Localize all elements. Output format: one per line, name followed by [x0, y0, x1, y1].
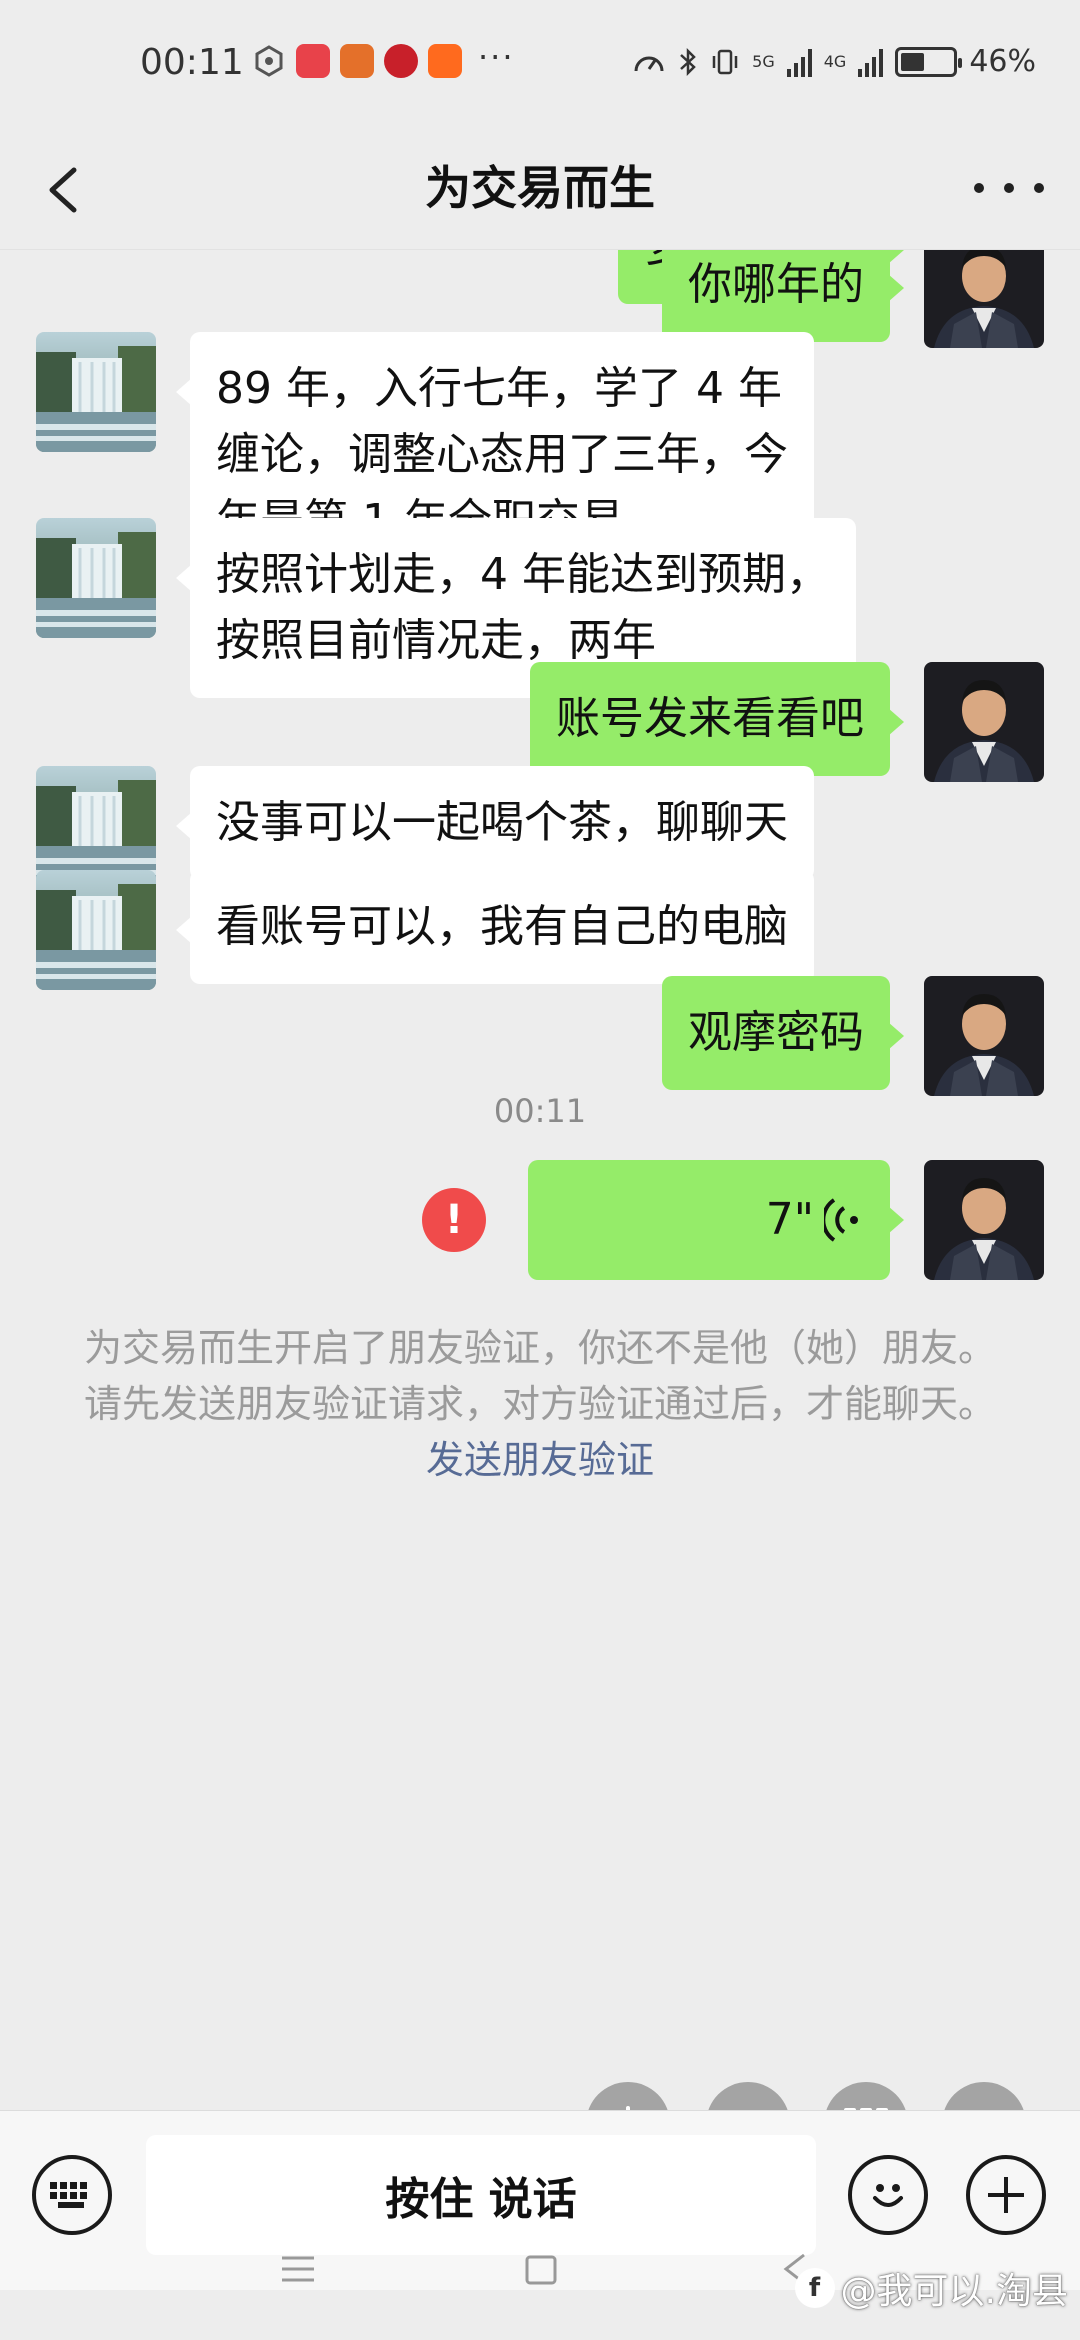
message-bubble[interactable]: 看账号可以，我有自己的电脑	[176, 870, 814, 984]
watermark-logo: f	[794, 2268, 835, 2308]
my-avatar[interactable]	[924, 250, 1044, 348]
voice-wave-icon	[824, 1198, 858, 1242]
battery-icon	[895, 46, 963, 77]
plus-button[interactable]	[966, 2155, 1046, 2235]
message-line: 按照计划走，4 年能达到预期，	[216, 549, 830, 600]
message-timestamp: 00:11	[493, 1092, 587, 1130]
signal-4g-label: 4G	[823, 51, 847, 71]
hexagon-app-icon	[255, 45, 283, 77]
hold-to-talk-button[interactable]: 按住 说话	[146, 2135, 816, 2255]
signal-5g-label: 5G	[752, 51, 775, 71]
message-bubble[interactable]: 没事可以一起喝个茶，聊聊天	[176, 766, 814, 880]
friend-verification-notice: 为交易而生开启了朋友验证，你还不是他（她）朋友。请先发送朋友验证请求，对方验证通…	[80, 1320, 1000, 1488]
keyboard-toggle-button[interactable]	[32, 2155, 112, 2235]
signal-2-icon	[858, 47, 884, 77]
battery-level	[901, 52, 925, 71]
my-avatar[interactable]	[924, 976, 1044, 1096]
contact-avatar[interactable]	[36, 518, 156, 638]
voice-message-bubble[interactable]: 7"	[528, 1160, 904, 1280]
message-bubble[interactable]: 观摩密码	[662, 976, 904, 1090]
red-app-icon	[296, 44, 330, 78]
message-line: 缠论，调整心态用了三年，今	[216, 429, 788, 480]
emoji-button[interactable]	[848, 2155, 928, 2235]
owl-app-icon	[340, 44, 374, 78]
send-failed-icon[interactable]: !	[422, 1188, 486, 1252]
more-dot	[1034, 183, 1044, 193]
fox-app-icon	[428, 44, 462, 78]
my-avatar[interactable]	[924, 662, 1044, 782]
status-time: 00:11	[140, 42, 244, 83]
watermark-text: @我可以.淘县	[840, 2271, 1068, 2312]
contact-avatar[interactable]	[36, 870, 156, 990]
chat-header: 为交易而生	[0, 130, 1080, 250]
system-status: 5G 4G 46%	[632, 44, 1036, 79]
more-notifications-indicator: ···	[478, 38, 515, 76]
battery-percent: 46%	[969, 44, 1036, 79]
watermark: f @我可以.淘县	[794, 2262, 1068, 2314]
notification-icons	[252, 44, 462, 78]
emoji-icon	[873, 2184, 903, 2207]
signal-1-icon	[786, 47, 812, 77]
contact-avatar[interactable]	[36, 766, 156, 886]
plus-icon	[988, 2177, 1024, 2213]
more-options-button[interactable]	[974, 168, 1044, 208]
status-bar: 00:11 ··· 5G 4G 46%	[0, 0, 1080, 130]
keyboard-icon	[50, 2182, 87, 2208]
bluetooth-icon	[680, 47, 696, 76]
home-nav-icon[interactable]	[524, 2254, 558, 2286]
send-verification-link[interactable]: 发送朋友验证	[426, 1438, 654, 1482]
message-bubble[interactable]: 账号发来看看吧	[530, 662, 904, 776]
notice-text: 为交易而生开启了朋友验证，你还不是他（她）朋友。请先发送朋友验证请求，对方验证通…	[83, 1326, 996, 1426]
my-avatar[interactable]	[924, 1160, 1044, 1280]
chat-title: 为交易而生	[425, 161, 655, 215]
contact-avatar[interactable]	[36, 332, 156, 452]
bank-app-icon	[384, 44, 418, 78]
chat-messages[interactable]: 多久的资金 你哪年的 89 年，入行七年，学了 4 年 缠论，调整心态用了三年，…	[0, 250, 1080, 1880]
message-line: 89 年，入行七年，学了 4 年	[216, 363, 782, 414]
speed-icon	[634, 56, 664, 71]
more-dot	[974, 183, 984, 193]
voice-duration: 7"	[765, 1194, 814, 1245]
vibrate-icon	[712, 49, 738, 74]
more-dot	[1004, 183, 1014, 193]
menu-nav-icon[interactable]	[280, 2254, 316, 2284]
message-bubble[interactable]: 你哪年的	[662, 250, 904, 342]
